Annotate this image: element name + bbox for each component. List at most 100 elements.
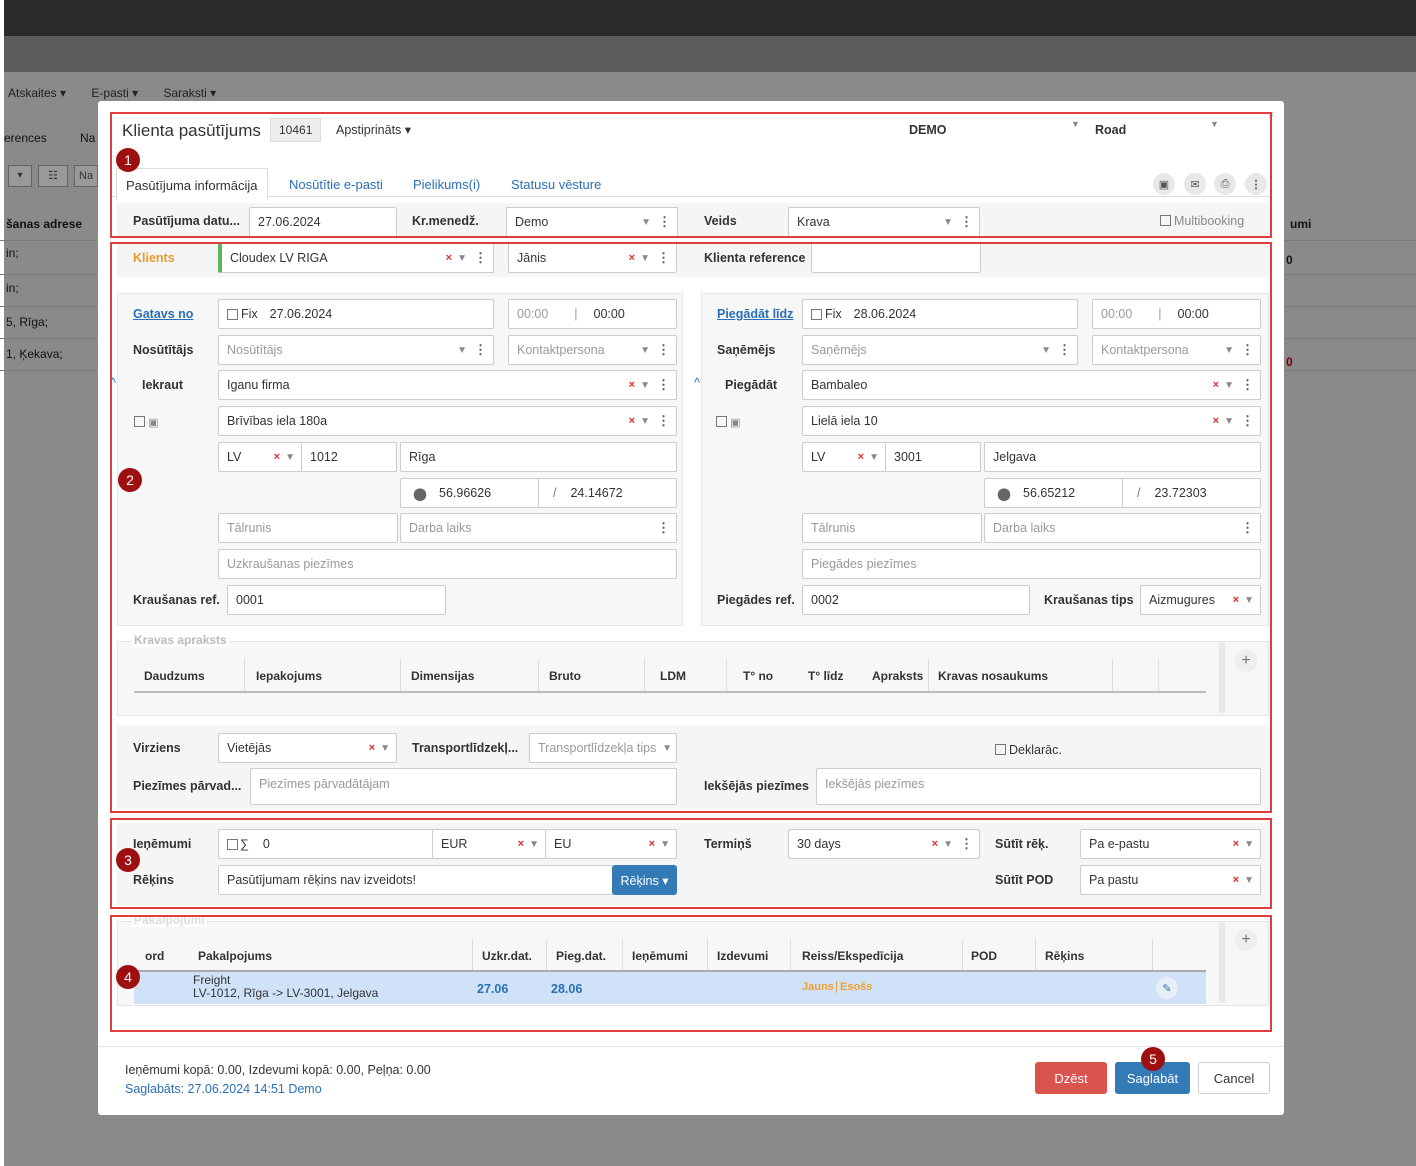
bg-row: in;	[6, 281, 19, 295]
receiver-contact-select[interactable]: Kontaktpersona ▼ ⋮	[1092, 335, 1261, 365]
internal-notes-textarea[interactable]: Iekšējās piezīmes	[816, 768, 1261, 805]
delivery-ref-input[interactable]: 0002	[802, 585, 1030, 615]
chevron-up-icon[interactable]: ^	[694, 375, 700, 390]
client-ref-input[interactable]	[811, 243, 981, 273]
cargo-col: LDM	[660, 669, 686, 683]
declaration-checkbox[interactable]: Deklarāc.	[995, 743, 1062, 757]
bg-list-icon[interactable]: ☷	[38, 165, 68, 187]
loading-ref-input[interactable]: 0001	[227, 585, 446, 615]
bg-dropdown-icon[interactable]: ▾	[8, 165, 32, 187]
term-select[interactable]: 30 days × ▼ ⋮	[788, 829, 980, 859]
pickup-phone-input[interactable]: Tālrunis	[218, 513, 398, 543]
invoice-button[interactable]: Rēķins ▾	[612, 865, 677, 895]
type-select[interactable]: Krava ▼ ⋮	[788, 207, 980, 237]
delivery-phone-input[interactable]: Tālrunis	[802, 513, 982, 543]
company-select[interactable]: DEMO	[909, 123, 947, 137]
carrier-notes-textarea[interactable]: Piezīmes pārvadātājam	[250, 768, 677, 805]
delivery-time-range[interactable]: 00:00 | 00:00	[1092, 299, 1261, 329]
delivery-country-select[interactable]: LV × ▼	[802, 442, 886, 472]
cargo-col: Dimensijas	[411, 669, 475, 683]
client-ref-label: Klienta reference	[704, 251, 806, 265]
delivery-date-input[interactable]: Fix 28.06.2024	[802, 299, 1078, 329]
currency-select[interactable]: EUR × ▼	[432, 829, 546, 859]
send-invoice-label: Sūtīt rēķ.	[995, 837, 1049, 851]
invoice-status: Pasūtījumam rēķins nav izveidots!	[218, 865, 613, 895]
client-select[interactable]: Cloudex LV RIGA × ▼ ⋮	[218, 243, 494, 273]
pickup-city-input[interactable]: Rīga	[400, 442, 677, 472]
tab-order-info[interactable]: Pasūtījuma informācija	[116, 168, 268, 201]
bg-col-address: šanas adrese	[6, 217, 83, 231]
menu-reports[interactable]: Atskaites ▾	[8, 86, 66, 100]
print-icon[interactable]: ⎙	[1214, 173, 1236, 195]
income-label: Ieņēmumi	[133, 837, 192, 851]
trip-new-link[interactable]: Jauns	[802, 981, 834, 993]
pickup-zip-input[interactable]: 1012	[301, 442, 397, 472]
status-dropdown[interactable]: Apstiprināts ▾	[336, 122, 411, 137]
delivery-ref-label: Piegādes ref.	[717, 593, 795, 607]
delete-button[interactable]: Dzēst	[1035, 1062, 1107, 1094]
manager-select[interactable]: Demo ▼ ⋮	[506, 207, 678, 237]
direction-select[interactable]: Vietējās × ▼	[218, 733, 397, 763]
email-icon[interactable]: ✉	[1184, 173, 1206, 195]
invoice-label: Rēķins	[133, 873, 174, 887]
save-icon[interactable]: ▣	[1153, 173, 1175, 195]
close-icon[interactable]: ×	[1268, 109, 1274, 121]
loading-ref-label: Kraušanas ref.	[133, 593, 220, 607]
pickup-lat-input[interactable]: ⬤ 56.96626	[400, 478, 540, 508]
load-location-select[interactable]: Iganu firma × ▼ ⋮	[218, 370, 677, 400]
pickup-notes-input[interactable]: Uzkraušanas piezīmes	[218, 549, 677, 579]
cancel-button[interactable]: Cancel	[1198, 1062, 1270, 1094]
sender-contact-select[interactable]: Kontaktpersona ▼ ⋮	[508, 335, 677, 365]
receiver-select[interactable]: Saņēmējs ▼ ⋮	[802, 335, 1078, 365]
delivery-location-select[interactable]: Bambaleo × ▼ ⋮	[802, 370, 1261, 400]
delivery-notes-input[interactable]: Piegādes piezīmes	[802, 549, 1261, 579]
delivery-hours-input[interactable]: Darba laiks ⋮	[984, 513, 1261, 543]
mode-select[interactable]: Road	[1095, 123, 1126, 137]
send-invoice-select[interactable]: Pa e-pastu × ▼	[1080, 829, 1261, 859]
pickup-country-select[interactable]: LV × ▼	[218, 442, 302, 472]
income-input[interactable]: ∑ 0	[218, 829, 434, 859]
loading-type-select[interactable]: Aizmugures × ▼	[1140, 585, 1261, 615]
save-address-checkbox[interactable]: ▣	[716, 416, 740, 429]
pickup-lng-input[interactable]: /24.14672	[538, 478, 677, 508]
tab-attachments[interactable]: Pielikums(i)	[413, 177, 480, 192]
edit-pencil-icon[interactable]: ✎	[1156, 977, 1178, 999]
send-pod-select[interactable]: Pa pastu × ▼	[1080, 865, 1261, 895]
delivery-lat-input[interactable]: ⬤ 56.65212	[984, 478, 1124, 508]
pickup-date-input[interactable]: Fix 27.06.2024	[218, 299, 494, 329]
sender-select[interactable]: Nosūtītājs ▼ ⋮	[218, 335, 494, 365]
menu-emails[interactable]: E-pasti ▾	[91, 86, 138, 100]
deliver-until-link[interactable]: Piegādāt līdz	[717, 307, 793, 321]
pickup-time-range[interactable]: 00:00 | 00:00	[508, 299, 677, 329]
delivery-address-select[interactable]: Lielā iela 10 × ▼ ⋮	[802, 406, 1261, 436]
pickup-address-select[interactable]: Brīvības iela 180a × ▼ ⋮	[218, 406, 677, 436]
delivery-city-input[interactable]: Jelgava	[984, 442, 1261, 472]
multibooking-checkbox[interactable]: Multibooking	[1160, 214, 1244, 228]
add-service-button[interactable]: +	[1235, 929, 1257, 951]
order-date-input[interactable]: 27.06.2024	[249, 207, 397, 237]
more-icon[interactable]: ⋮	[1245, 173, 1267, 195]
delivery-lng-input[interactable]: /23.72303	[1122, 478, 1261, 508]
ready-from-link[interactable]: Gatavs no	[133, 307, 193, 321]
chevron-up-icon[interactable]: ^	[110, 375, 116, 390]
lock-icon: ▣	[148, 417, 159, 429]
chevron-down-icon[interactable]: ▼	[1071, 119, 1080, 129]
trip-existing-link[interactable]: Esošs	[836, 981, 872, 993]
vehicle-type-select[interactable]: Transportlīdzekļa tips ▼	[529, 733, 677, 763]
pickup-hours-input[interactable]: Darba laiks ⋮	[400, 513, 677, 543]
fix-checkbox[interactable]	[227, 308, 238, 320]
loading-type-label: Kraušanas tips	[1044, 593, 1134, 607]
sum-checkbox[interactable]	[227, 838, 238, 850]
tab-sent-emails[interactable]: Nosūtītie e-pasti	[289, 177, 383, 192]
fix-checkbox[interactable]	[811, 308, 822, 320]
services-col: Rēķins	[1045, 949, 1085, 963]
table-row[interactable]: Freight LV-1012, Rīga -> LV-3001, Jelgav…	[134, 970, 1206, 1004]
add-cargo-button[interactable]: +	[1235, 650, 1257, 672]
menu-lists[interactable]: Saraksti ▾	[163, 86, 216, 100]
delivery-zip-input[interactable]: 3001	[885, 442, 981, 472]
save-address-checkbox[interactable]: ▣	[134, 416, 158, 429]
client-contact-select[interactable]: Jānis × ▼ ⋮	[508, 243, 677, 273]
tab-status-history[interactable]: Statusu vēsture	[511, 177, 601, 192]
region-select[interactable]: EU × ▼	[545, 829, 677, 859]
chevron-down-icon[interactable]: ▼	[1210, 119, 1219, 129]
